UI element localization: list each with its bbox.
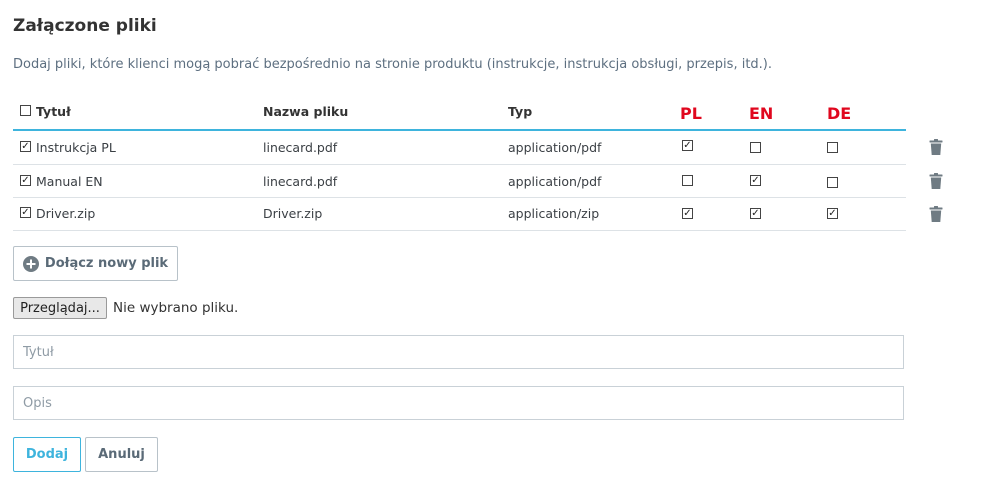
row-filename: linecard.pdf xyxy=(263,174,338,189)
row-pl-checkbox[interactable] xyxy=(682,208,693,219)
row-select-checkbox[interactable] xyxy=(20,175,31,186)
column-header-de: DE xyxy=(827,104,852,123)
add-button[interactable]: Dodaj xyxy=(13,437,81,472)
row-select-checkbox[interactable] xyxy=(20,207,31,218)
row-divider xyxy=(13,164,906,165)
row-de-checkbox[interactable] xyxy=(827,208,838,219)
browse-button[interactable]: Przeglądaj... xyxy=(13,297,107,319)
row-en-checkbox[interactable] xyxy=(750,208,761,219)
row-divider xyxy=(13,197,906,198)
row-filename: Driver.zip xyxy=(263,206,323,221)
row-title: Instrukcja PL xyxy=(36,140,116,155)
trash-icon[interactable] xyxy=(929,206,943,222)
cancel-button[interactable]: Anuluj xyxy=(85,437,158,472)
row-de-checkbox[interactable] xyxy=(827,177,838,188)
page-title: Załączone pliki xyxy=(13,16,157,36)
column-header-type: Typ xyxy=(508,104,533,119)
column-header-title: Tytuł xyxy=(36,104,71,119)
attach-new-file-button[interactable]: Dołącz nowy plik xyxy=(13,246,178,281)
row-type: application/pdf xyxy=(508,174,602,189)
row-title: Manual EN xyxy=(36,174,103,189)
page-description: Dodaj pliki, które klienci mogą pobrać b… xyxy=(13,57,773,72)
row-pl-checkbox[interactable] xyxy=(682,175,693,186)
row-select-checkbox[interactable] xyxy=(20,141,31,152)
description-input[interactable] xyxy=(13,386,904,420)
select-all-checkbox[interactable] xyxy=(20,105,31,116)
column-header-en: EN xyxy=(749,104,774,123)
row-type: application/pdf xyxy=(508,140,602,155)
trash-icon[interactable] xyxy=(929,173,943,189)
row-en-checkbox[interactable] xyxy=(750,175,761,186)
row-de-checkbox[interactable] xyxy=(827,142,838,153)
table-header-divider xyxy=(13,129,906,131)
plus-circle-icon xyxy=(22,255,39,272)
column-header-pl: PL xyxy=(680,104,702,123)
row-type: application/zip xyxy=(508,206,600,221)
trash-icon[interactable] xyxy=(929,139,943,155)
row-divider xyxy=(13,230,906,231)
row-title: Driver.zip xyxy=(36,206,96,221)
row-pl-checkbox[interactable] xyxy=(682,140,693,151)
file-status-text: Nie wybrano pliku. xyxy=(113,300,239,316)
attach-new-file-label: Dołącz nowy plik xyxy=(44,256,169,271)
column-header-filename: Nazwa pliku xyxy=(263,104,349,119)
row-filename: linecard.pdf xyxy=(263,140,338,155)
row-en-checkbox[interactable] xyxy=(750,142,761,153)
title-input[interactable] xyxy=(13,335,904,369)
